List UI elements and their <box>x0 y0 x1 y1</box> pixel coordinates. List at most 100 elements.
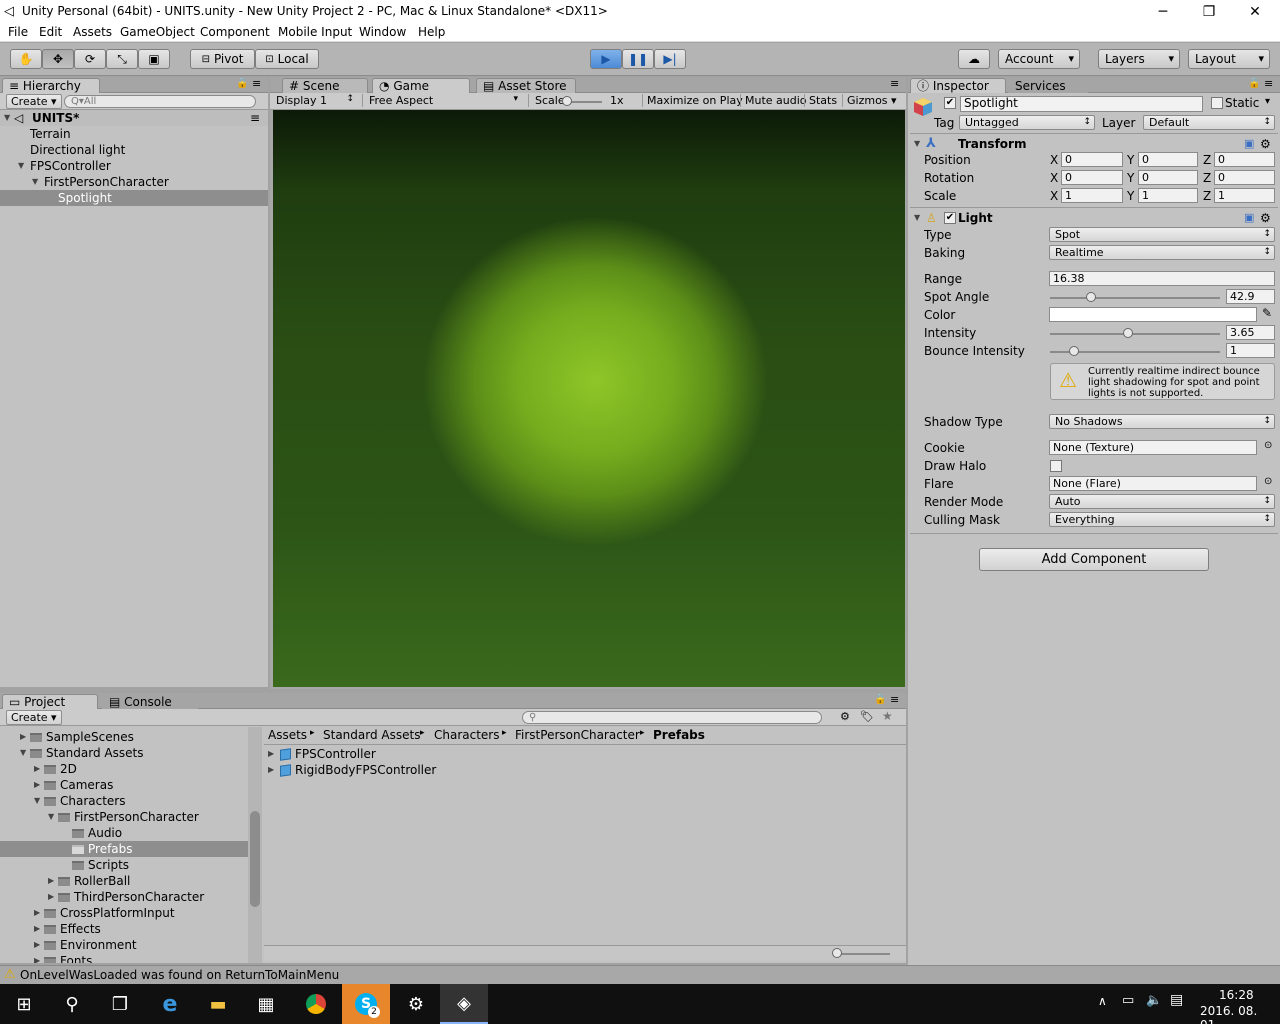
steam-button[interactable]: ⚙ <box>392 984 440 1024</box>
rotation-z-field[interactable]: 0 <box>1214 170 1275 185</box>
account-dropdown[interactable]: Account <box>998 49 1080 69</box>
add-component-button[interactable]: Add Component <box>979 548 1209 571</box>
menu-help[interactable]: Help <box>418 25 445 39</box>
shadow-type-dropdown[interactable]: No Shadows <box>1049 414 1275 429</box>
tree-scrollbar-thumb[interactable] <box>250 811 260 907</box>
bounce-intensity-field[interactable]: 1 <box>1226 343 1275 358</box>
asset-item-fpscontroller[interactable]: ▶ FPSController <box>264 746 664 762</box>
expand-triangle-icon[interactable]: ▼ <box>4 110 10 126</box>
mute-audio-toggle[interactable]: Mute audio <box>740 94 807 107</box>
hierarchy-item-terrain[interactable]: Terrain <box>0 126 268 142</box>
help-book-icon[interactable]: ▣ <box>1244 209 1254 227</box>
cookie-field[interactable]: None (Texture) <box>1049 440 1257 455</box>
breadcrumb-assets[interactable]: Assets <box>268 728 307 742</box>
search-button[interactable]: ⚲ <box>48 984 96 1024</box>
light-enabled-checkbox[interactable]: ✔ <box>944 212 956 224</box>
tree-item-environment[interactable]: ▶ Environment <box>0 937 248 953</box>
panel-menu-icon[interactable]: ≡ <box>252 77 261 90</box>
hierarchy-search-input[interactable]: Q▾All <box>64 95 256 108</box>
cloud-button[interactable]: ☁ <box>958 49 990 69</box>
tree-item-2d[interactable]: ▶ 2D <box>0 761 248 777</box>
notification-icon[interactable]: ▤ <box>1170 992 1183 1008</box>
tree-item-thirdpersoncharacter[interactable]: ▶ ThirdPersonCharacter <box>0 889 248 905</box>
tree-item-rollerball[interactable]: ▶ RollerBall <box>0 873 248 889</box>
start-button[interactable]: ⊞ <box>0 984 48 1024</box>
rect-tool-button[interactable]: ▣ <box>138 49 170 69</box>
edge-button[interactable]: e <box>146 984 194 1024</box>
rotation-x-field[interactable]: 0 <box>1061 170 1123 185</box>
hierarchy-item-fpscontroller[interactable]: ▼ FPSController <box>0 158 268 174</box>
active-checkbox[interactable]: ✔ <box>944 97 956 109</box>
local-toggle[interactable]: ⊡ Local <box>255 49 319 69</box>
chrome-button[interactable] <box>292 984 340 1024</box>
scale-x-field[interactable]: 1 <box>1061 188 1123 203</box>
position-z-field[interactable]: 0 <box>1214 152 1275 167</box>
icon-size-slider-knob[interactable] <box>832 948 842 958</box>
pivot-toggle[interactable]: ⊟ Pivot <box>190 49 255 69</box>
lock-icon[interactable]: 🔒 <box>236 78 248 89</box>
object-name-field[interactable]: Spotlight <box>960 96 1203 112</box>
static-checkbox[interactable] <box>1211 97 1223 109</box>
task-view-button[interactable]: ❐ <box>96 984 144 1024</box>
tree-item-audio[interactable]: Audio <box>0 825 248 841</box>
gizmos-dropdown[interactable]: Gizmos ▾ <box>842 94 897 107</box>
expand-triangle-icon[interactable]: ▼ <box>914 135 920 153</box>
layer-dropdown[interactable]: Default <box>1143 115 1275 130</box>
rotate-tool-button[interactable]: ⟳ <box>74 49 106 69</box>
aspect-dropdown[interactable]: Free Aspect ▾ <box>362 94 520 107</box>
icon-size-slider[interactable] <box>834 953 890 955</box>
display-dropdown[interactable]: Display 1 ↕ <box>276 94 356 107</box>
panel-menu-icon[interactable]: ≡ <box>890 693 899 706</box>
breadcrumb-firstpersoncharacter[interactable]: FirstPersonCharacter <box>515 728 640 742</box>
filter-label-icon[interactable]: 🏷 <box>860 710 874 723</box>
position-x-field[interactable]: 0 <box>1061 152 1123 167</box>
eyedropper-icon[interactable]: ✎ <box>1262 306 1272 320</box>
bounce-intensity-slider-knob[interactable] <box>1068 346 1079 356</box>
rotation-y-field[interactable]: 0 <box>1138 170 1198 185</box>
intensity-slider[interactable] <box>1050 333 1220 335</box>
tab-scene[interactable]: # Scene <box>282 78 368 93</box>
file-explorer-button[interactable]: ▬ <box>194 984 242 1024</box>
maximize-button[interactable]: ❐ <box>1186 0 1232 24</box>
breadcrumb-prefabs[interactable]: Prefabs <box>653 728 705 742</box>
pause-button[interactable]: ❚❚ <box>622 49 654 69</box>
stats-toggle[interactable]: Stats <box>804 94 837 107</box>
menu-gameobject[interactable]: GameObject <box>120 25 195 39</box>
lock-icon[interactable]: 🔒 <box>874 694 886 705</box>
help-book-icon[interactable]: ▣ <box>1244 135 1254 153</box>
light-header[interactable]: ▼ ♙ ✔ Light ▣ ⚙ <box>910 209 1278 227</box>
play-button[interactable]: ▶ <box>590 49 622 69</box>
status-bar[interactable]: ⚠ OnLevelWasLoaded was found on ReturnTo… <box>0 965 1280 984</box>
spot-angle-field[interactable]: 42.9 <box>1226 289 1275 304</box>
layout-dropdown[interactable]: Layout <box>1188 49 1270 69</box>
transform-header[interactable]: ▼ ⅄ Transform ▣ ⚙ <box>910 135 1278 153</box>
tray-chevron-icon[interactable]: ∧ <box>1098 994 1107 1008</box>
expand-triangle-icon[interactable]: ▼ <box>914 209 920 227</box>
unity-taskbar-button[interactable]: ◈ <box>440 984 488 1024</box>
panel-menu-icon[interactable]: ≡ <box>890 77 899 90</box>
skype-button[interactable]: S2 <box>342 984 390 1024</box>
volume-icon[interactable]: 🔈 <box>1146 993 1162 1008</box>
asset-item-rigidbodyfpscontroller[interactable]: ▶ RigidBodyFPSController <box>264 762 664 778</box>
intensity-field[interactable]: 3.65 <box>1226 325 1275 340</box>
menu-window[interactable]: Window <box>359 25 406 39</box>
tree-item-scripts[interactable]: Scripts <box>0 857 248 873</box>
breadcrumb-characters[interactable]: Characters <box>434 728 500 742</box>
draw-halo-checkbox[interactable] <box>1050 460 1062 472</box>
expand-triangle-icon[interactable]: ▼ <box>18 158 24 174</box>
range-field[interactable]: 16.38 <box>1049 271 1275 286</box>
scene-header[interactable]: ▼ ◁ UNITS* ≡ <box>0 110 268 126</box>
scale-tool-button[interactable]: ⤡ <box>106 49 138 69</box>
lock-icon[interactable]: 🔒 <box>1248 78 1260 89</box>
store-button[interactable]: ▦ <box>242 984 290 1024</box>
tab-services[interactable]: Services <box>1008 78 1088 93</box>
tree-item-samplescenes[interactable]: ▶ SampleScenes <box>0 729 248 745</box>
breadcrumb-standard-assets[interactable]: Standard Assets <box>323 728 420 742</box>
baking-dropdown[interactable]: Realtime <box>1049 245 1275 260</box>
tree-scrollbar[interactable] <box>248 727 262 963</box>
scale-slider-knob[interactable] <box>562 96 572 106</box>
tree-item-cameras[interactable]: ▶ Cameras <box>0 777 248 793</box>
project-create-button[interactable]: Create ▾ <box>6 710 62 725</box>
scale-y-field[interactable]: 1 <box>1138 188 1198 203</box>
tab-project[interactable]: ▭ Project <box>2 694 98 709</box>
